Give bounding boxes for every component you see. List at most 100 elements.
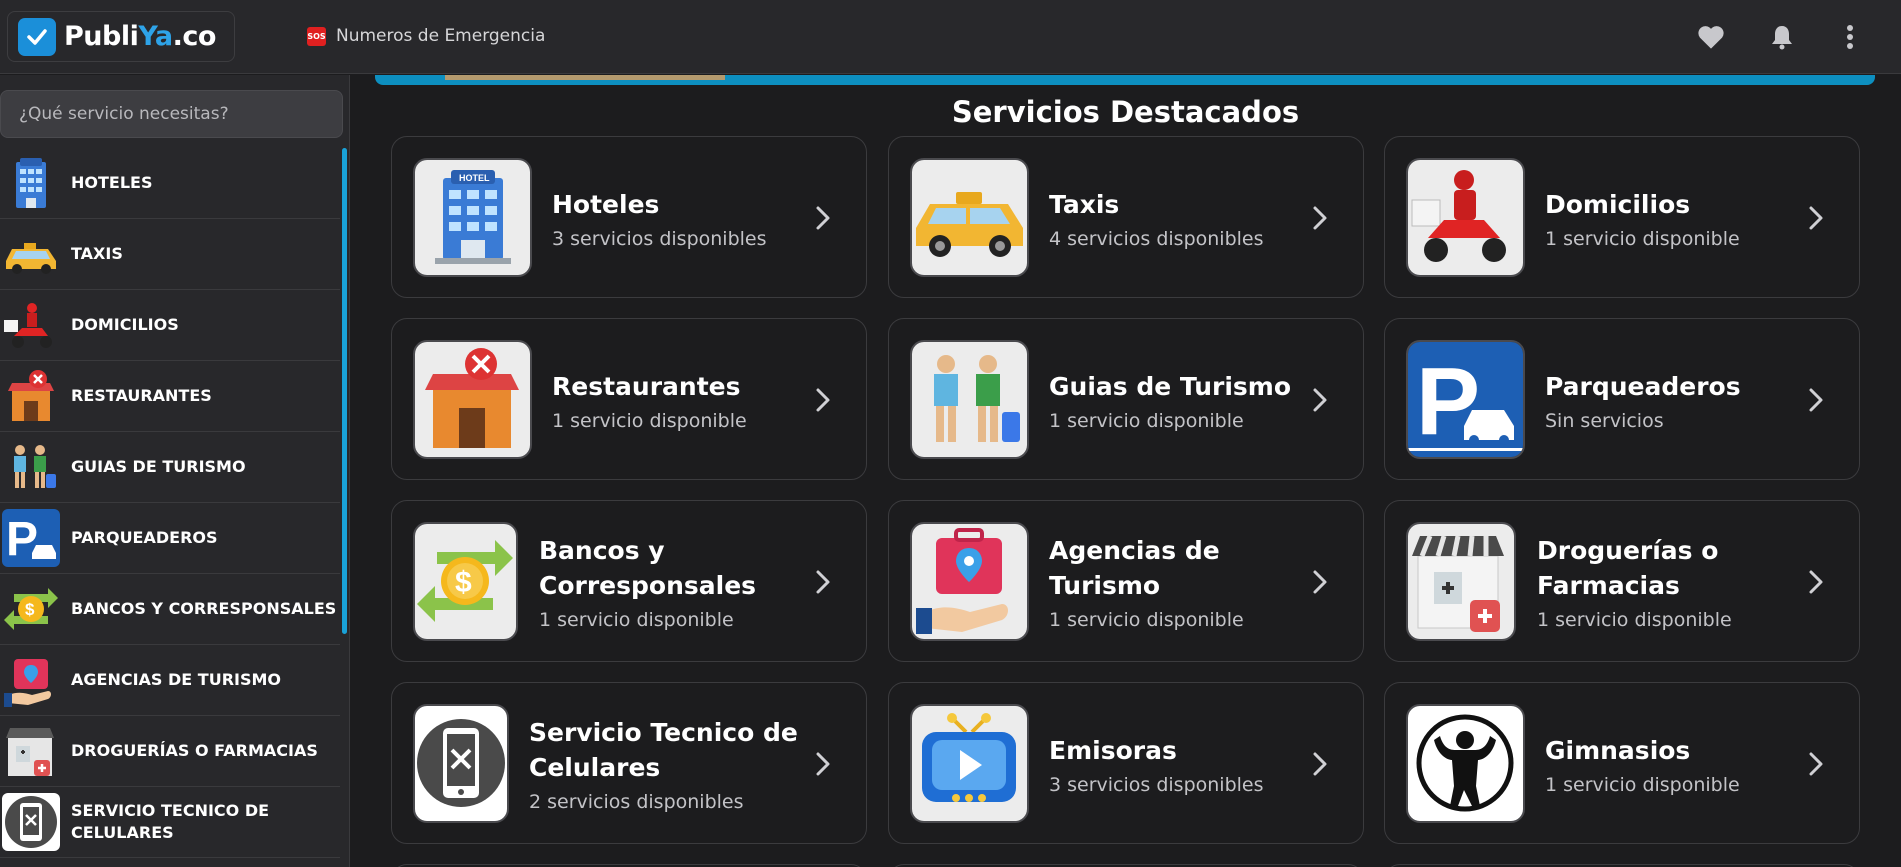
chevron-right-icon <box>816 570 830 594</box>
card-taxis[interactable]: Taxis 4 servicios disponibles <box>888 136 1364 298</box>
chevron-right-icon <box>1313 752 1327 776</box>
card-agencias-de-turismo[interactable]: Agencias de Turismo 1 servicio disponibl… <box>888 500 1364 662</box>
card-text: Domicilios 1 servicio disponible <box>1545 137 1740 299</box>
search-input[interactable] <box>0 90 343 138</box>
card-subtitle: 1 servicio disponible <box>552 409 747 432</box>
card-emisoras[interactable]: Emisoras 3 servicios disponibles <box>888 682 1364 844</box>
sos-icon: SOS <box>307 26 326 46</box>
sidebar-item-label: TAXIS <box>71 244 123 263</box>
chevron-right-icon <box>1313 388 1327 412</box>
tour-guide-icon <box>2 438 60 496</box>
card-subtitle: 1 servicio disponible <box>1545 773 1740 796</box>
sidebar-item-servicio-tecnico[interactable]: SERVICIO TECNICO DE CELULARES <box>0 787 340 858</box>
chevron-right-icon <box>1809 570 1823 594</box>
svg-text:HOTEL: HOTEL <box>459 173 490 183</box>
chevron-right-icon <box>1809 206 1823 230</box>
card-subtitle: 1 servicio disponible <box>1545 227 1740 250</box>
sidebar-item-guias-de-turismo[interactable]: GUIAS DE TURISMO <box>0 432 340 503</box>
card-title: Domicilios <box>1545 189 1691 219</box>
card-title: Guias de Turismo <box>1049 371 1292 401</box>
chevron-right-icon <box>1313 570 1327 594</box>
card-title: Hoteles <box>552 189 660 219</box>
card-title: Emisoras <box>1049 735 1177 765</box>
card-hoteles[interactable]: HOTEL Hoteles 3 servicios disponibles <box>391 136 867 298</box>
banner[interactable] <box>375 75 1875 85</box>
sidebar-item-label: DROGUERÍAS O FARMACIAS <box>71 741 318 760</box>
card-title: Agencias de Turismo <box>1049 536 1220 600</box>
sidebar-list: HOTELES TAXIS DOMICILIOS RESTAURANTES GU… <box>0 148 340 858</box>
logo-check-icon <box>18 17 56 56</box>
card-domicilios[interactable]: Domicilios 1 servicio disponible <box>1384 136 1860 298</box>
card-subtitle: 1 servicio disponible <box>1537 609 1732 631</box>
svg-text:$: $ <box>25 600 35 619</box>
sidebar-item-label: RESTAURANTES <box>71 386 212 405</box>
card-text: Servicio Tecnico de Celulares 2 servicio… <box>529 683 799 845</box>
parking-icon: P <box>1406 340 1525 459</box>
tour-guide-icon <box>910 340 1029 459</box>
sidebar-scrollbar[interactable] <box>342 148 347 634</box>
hotel-icon <box>2 154 60 212</box>
sidebar-item-taxis[interactable]: TAXIS <box>0 219 340 290</box>
gym-icon <box>1406 704 1525 823</box>
sidebar-item-parqueaderos[interactable]: P PARQUEADEROS <box>0 503 340 574</box>
sidebar-item-hoteles[interactable]: HOTELES <box>0 148 340 219</box>
sidebar-item-label: DOMICILIOS <box>71 315 179 334</box>
phone-repair-icon <box>2 793 60 851</box>
sidebar-item-label: SERVICIO TECNICO DE CELULARES <box>71 801 270 842</box>
card-subtitle: Sin servicios <box>1545 409 1664 432</box>
card-subtitle: 3 servicios disponibles <box>1049 773 1264 796</box>
restaurant-icon <box>413 340 532 459</box>
svg-text:$: $ <box>455 566 472 599</box>
sidebar-item-domicilios[interactable]: DOMICILIOS <box>0 290 340 361</box>
taxi-icon <box>910 158 1029 277</box>
more-options-icon[interactable] <box>1835 22 1865 52</box>
card-parqueaderos[interactable]: P Parqueaderos Sin servicios <box>1384 318 1860 480</box>
section-title: Servicios Destacados <box>951 95 1300 129</box>
card-text: Hoteles 3 servicios disponibles <box>552 137 767 299</box>
sidebar-item-agencias-de-turismo[interactable]: AGENCIAS DE TURISMO <box>0 645 340 716</box>
card-text: Emisoras 3 servicios disponibles <box>1049 683 1264 845</box>
card-title: Restaurantes <box>552 371 741 401</box>
card-guias-de-turismo[interactable]: Guias de Turismo 1 servicio disponible <box>888 318 1364 480</box>
pharmacy-icon <box>1406 522 1516 641</box>
sidebar-item-droguerias[interactable]: DROGUERÍAS O FARMACIAS <box>0 716 340 787</box>
card-subtitle: 1 servicio disponible <box>539 609 734 631</box>
bell-icon[interactable] <box>1767 22 1797 52</box>
card-title: Taxis <box>1049 189 1120 219</box>
sidebar-item-label: HOTELES <box>71 173 153 192</box>
card-gimnasios[interactable]: Gimnasios 1 servicio disponible <box>1384 682 1860 844</box>
chevron-right-icon <box>816 752 830 776</box>
main-content: Servicios Destacados HOTEL Hoteles 3 ser… <box>350 75 1901 867</box>
card-text: Parqueaderos Sin servicios <box>1545 319 1741 481</box>
sidebar-item-label: GUIAS DE TURISMO <box>71 457 246 476</box>
chevron-right-icon <box>1809 752 1823 776</box>
card-subtitle: 1 servicio disponible <box>1049 609 1244 631</box>
card-text: Agencias de Turismo 1 servicio disponibl… <box>1049 501 1299 663</box>
card-subtitle: 4 servicios disponibles <box>1049 227 1264 250</box>
emergency-numbers-link[interactable]: SOS Numeros de Emergencia <box>307 26 545 46</box>
card-text: Gimnasios 1 servicio disponible <box>1545 683 1740 845</box>
sidebar-item-label: AGENCIAS DE TURISMO <box>71 670 282 689</box>
card-title: Parqueaderos <box>1545 371 1741 401</box>
card-title: Bancos y Corresponsales <box>539 536 757 600</box>
heart-icon[interactable] <box>1696 22 1726 52</box>
logo[interactable]: PubliYa.co <box>7 11 235 62</box>
card-droguerias[interactable]: Droguerías o Farmacias 1 servicio dispon… <box>1384 500 1860 662</box>
bank-icon: $ <box>413 522 518 641</box>
logo-text: PubliYa.co <box>64 21 216 52</box>
delivery-icon <box>1406 158 1525 277</box>
card-bancos[interactable]: $ Bancos y Corresponsales 1 servicio dis… <box>391 500 867 662</box>
card-title: Servicio Tecnico de Celulares <box>529 718 798 782</box>
sidebar-item-bancos[interactable]: $ BANCOS Y CORRESPONSALES <box>0 574 340 645</box>
delivery-icon <box>2 296 60 354</box>
card-servicio-tecnico[interactable]: Servicio Tecnico de Celulares 2 servicio… <box>391 682 867 844</box>
card-title: Gimnasios <box>1545 735 1691 765</box>
card-text: Taxis 4 servicios disponibles <box>1049 137 1264 299</box>
chevron-right-icon <box>1809 388 1823 412</box>
travel-agency-icon <box>2 651 60 709</box>
card-subtitle: 2 servicios disponibles <box>529 791 744 813</box>
card-text: Bancos y Corresponsales 1 servicio dispo… <box>539 501 789 663</box>
card-title: Droguerías o Farmacias <box>1537 536 1719 600</box>
card-restaurantes[interactable]: Restaurantes 1 servicio disponible <box>391 318 867 480</box>
sidebar-item-restaurantes[interactable]: RESTAURANTES <box>0 361 340 432</box>
